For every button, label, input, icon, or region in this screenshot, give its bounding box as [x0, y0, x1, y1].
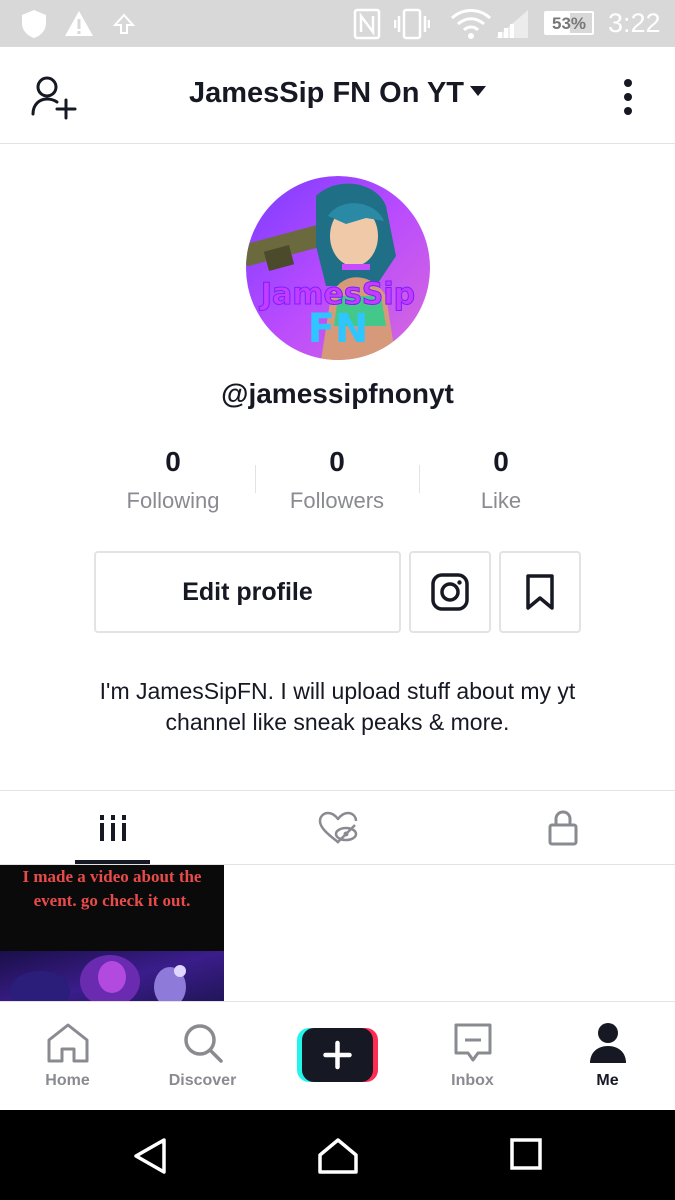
tab-liked[interactable] [225, 791, 450, 865]
more-vertical-icon[interactable] [616, 77, 640, 117]
nav-me[interactable]: Me [540, 1002, 675, 1111]
home-button-icon[interactable] [317, 1137, 359, 1175]
stat-label: Followers [289, 488, 385, 513]
profile-bio: I'm JamesSipFN. I will upload stuff abou… [99, 678, 576, 735]
back-icon[interactable] [132, 1137, 168, 1175]
stat-label: Like [480, 488, 522, 513]
shield-icon [22, 10, 46, 38]
search-icon [183, 1024, 223, 1063]
instagram-button[interactable] [409, 551, 491, 633]
tab-private[interactable] [450, 791, 675, 865]
instagram-icon [431, 573, 469, 611]
nav-label: Discover [168, 1072, 237, 1089]
tab-selected-indicator [75, 860, 150, 864]
battery-percent: 53% [551, 14, 587, 33]
recents-icon[interactable] [509, 1137, 543, 1171]
profile-tabs [0, 790, 675, 865]
avatar-text-line2: FN [308, 306, 369, 352]
stat-value: 0 [329, 446, 345, 477]
android-nav-bar [0, 1110, 675, 1200]
stat-value: 0 [493, 446, 509, 477]
nav-inbox[interactable]: Inbox [405, 1002, 540, 1111]
edit-profile-button[interactable]: Edit profile [94, 551, 401, 633]
inbox-icon [454, 1023, 491, 1062]
nav-label: Home [45, 1072, 90, 1089]
status-time: 3:22 [608, 8, 661, 38]
battery-icon: 53% [544, 11, 594, 35]
stat-following[interactable]: 0 Following [88, 446, 258, 514]
stat-value: 0 [165, 446, 181, 477]
create-plus-icon[interactable] [297, 1028, 378, 1082]
video-thumbnail-image [0, 951, 224, 1002]
profile-header: JamesSip FN On YT [0, 47, 675, 144]
favorites-button[interactable] [499, 551, 581, 633]
nav-label: Me [596, 1072, 619, 1089]
username: @jamessipfnonyt [221, 378, 454, 409]
status-bar: 53% 3:22 [0, 0, 675, 47]
stat-followers[interactable]: 0 Followers [252, 446, 422, 514]
wifi-icon [450, 9, 492, 39]
vibrate-icon [394, 8, 430, 40]
signal-icon [496, 10, 528, 38]
tab-videos[interactable] [0, 791, 225, 865]
home-icon [47, 1023, 88, 1063]
videos-grid-icon [99, 815, 126, 841]
warning-icon [65, 11, 93, 36]
profile-icon [589, 1023, 626, 1063]
nfc-icon [353, 8, 381, 40]
account-switcher[interactable]: JamesSip FN On YT [0, 77, 675, 110]
video-caption: I made a video about the event. go check… [22, 867, 202, 910]
avatar[interactable]: JamesSip FN [246, 176, 430, 360]
stat-likes[interactable]: 0 Like [416, 446, 586, 514]
stat-label: Following [126, 488, 220, 513]
nav-discover[interactable]: Discover [135, 1002, 270, 1111]
account-name: JamesSip FN On YT [188, 77, 465, 109]
caret-down-icon [470, 86, 487, 97]
video-thumbnail[interactable]: I made a video about the event. go check… [0, 865, 224, 1002]
liked-hidden-icon [318, 811, 357, 844]
nav-label: Inbox [451, 1072, 494, 1089]
upload-arrow-icon [112, 13, 136, 34]
bookmark-icon [526, 574, 554, 610]
lock-icon [548, 810, 577, 846]
nav-home[interactable]: Home [0, 1002, 135, 1111]
